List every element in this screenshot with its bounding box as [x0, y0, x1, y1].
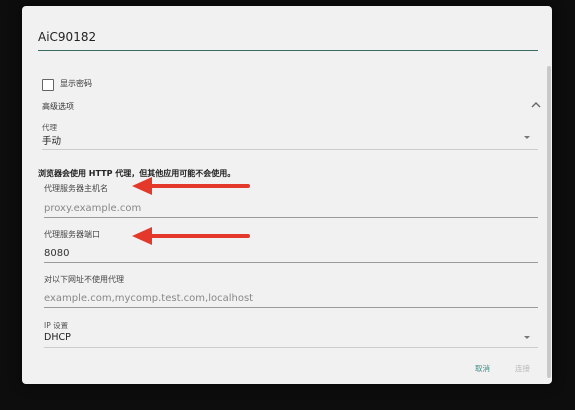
- proxy-hostname-underline: [44, 217, 538, 218]
- ip-settings-label: IP 设置: [44, 321, 69, 330]
- dialog-scrollbar[interactable]: [547, 66, 551, 378]
- proxy-bypass-input[interactable]: example.com,mycomp.test.com,localhost: [44, 293, 253, 304]
- chevron-up-icon[interactable]: [530, 101, 542, 109]
- connect-button[interactable]: 连接: [515, 363, 530, 374]
- advanced-options-toggle[interactable]: 高级选项: [42, 101, 74, 112]
- network-name-value: AiC90182: [38, 30, 97, 44]
- proxy-hostname-label: 代理服务器主机名: [44, 184, 108, 193]
- proxy-port-label: 代理服务器端口: [44, 230, 100, 239]
- proxy-port-underline: [44, 262, 538, 263]
- ip-settings-underline: [44, 347, 538, 348]
- wifi-config-dialog: AiC90182 显示密码 高级选项 代理 手动 浏览器会使用 HTTP 代理，…: [22, 6, 552, 384]
- proxy-bypass-label: 对以下网址不使用代理: [44, 275, 124, 284]
- proxy-dropdown-underline: [42, 149, 538, 150]
- show-password-label: 显示密码: [60, 79, 92, 88]
- proxy-hostname-input[interactable]: proxy.example.com: [44, 203, 141, 214]
- network-name-field[interactable]: AiC90182: [38, 28, 538, 51]
- ip-settings-caret-icon[interactable]: [524, 336, 530, 339]
- annotation-arrow-port: [132, 227, 250, 245]
- proxy-port-input[interactable]: 8080: [44, 248, 69, 259]
- proxy-dropdown-caret-icon[interactable]: [524, 136, 530, 139]
- proxy-label: 代理: [42, 123, 57, 132]
- proxy-bypass-underline: [44, 307, 538, 308]
- annotation-arrow-hostname: [132, 177, 250, 195]
- cancel-button[interactable]: 取消: [475, 363, 490, 374]
- proxy-dropdown-value[interactable]: 手动: [42, 133, 61, 147]
- ip-settings-dropdown-value[interactable]: DHCP: [44, 332, 71, 343]
- show-password-checkbox[interactable]: [42, 79, 54, 91]
